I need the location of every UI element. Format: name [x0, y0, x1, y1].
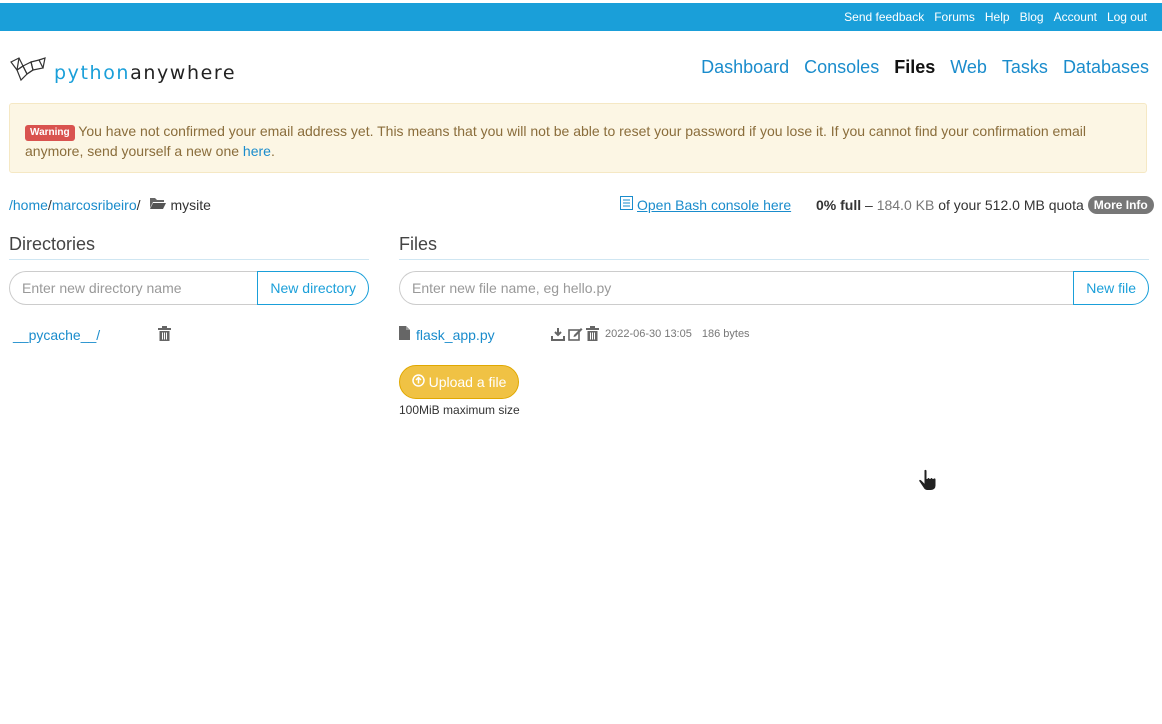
new-file-input[interactable]	[399, 271, 1074, 305]
quota-used: 184.0 KB	[876, 197, 935, 213]
pythonanywhere-logo[interactable]: pythonanywhere	[9, 56, 236, 89]
new-directory-input[interactable]	[9, 271, 258, 305]
send-feedback-link[interactable]: Send feedback	[844, 10, 924, 24]
upload-max-size: 100MiB maximum size	[399, 403, 520, 417]
file-item: flask_app.py	[399, 326, 495, 343]
hand-cursor-icon	[917, 468, 939, 497]
upload-file-label: Upload a file	[428, 374, 507, 390]
blog-link[interactable]: Blog	[1020, 10, 1044, 24]
warning-end: .	[270, 143, 275, 159]
nav-tasks[interactable]: Tasks	[1002, 57, 1048, 78]
quota-dash: –	[865, 197, 873, 213]
open-bash-console-label: Open Bash console here	[637, 196, 792, 213]
file-actions	[551, 326, 599, 346]
logo-text: pythonanywhere	[54, 62, 236, 84]
upload-file-button[interactable]: Upload a file	[399, 365, 519, 399]
file-icon	[399, 326, 410, 343]
file-modified: 2022-06-30 13:05	[605, 328, 692, 340]
breadcrumb-home[interactable]: home	[13, 197, 48, 213]
breadcrumb: / home / marcosribeiro / mysite	[9, 196, 211, 213]
breadcrumb-sep: /	[136, 196, 141, 213]
new-directory-group: New directory	[9, 271, 369, 305]
directory-link[interactable]: __pycache__/	[13, 327, 100, 343]
directories-title: Directories	[9, 234, 369, 260]
more-info-badge[interactable]: More Info	[1087, 196, 1154, 214]
upload-circle-arrow-icon	[411, 374, 425, 390]
warning-badge: Warning	[25, 125, 75, 141]
file-link[interactable]: flask_app.py	[416, 327, 495, 343]
quota-info: 0% full – 184.0 KB of your 512.0 MB quot…	[816, 196, 1154, 214]
nav-web[interactable]: Web	[950, 57, 987, 78]
files-title: Files	[399, 234, 1149, 260]
help-link[interactable]: Help	[985, 10, 1010, 24]
edit-icon[interactable]	[568, 327, 583, 346]
logo-text-python: python	[54, 61, 131, 84]
warning-message: You have not confirmed your email addres…	[25, 123, 1087, 159]
nav-dashboard[interactable]: Dashboard	[701, 57, 789, 78]
file-meta: 2022-06-30 13:05 186 bytes	[605, 328, 750, 340]
email-warning-alert: Warning You have not confirmed your emai…	[9, 103, 1147, 173]
download-icon[interactable]	[551, 327, 565, 346]
breadcrumb-user[interactable]: marcosribeiro	[52, 197, 137, 213]
logout-link[interactable]: Log out	[1107, 10, 1147, 24]
nav-files[interactable]: Files	[894, 57, 935, 78]
resend-confirmation-link[interactable]: here	[243, 143, 271, 159]
folder-open-icon	[149, 196, 167, 213]
logo-text-anywhere: anywhere	[130, 61, 237, 84]
console-icon	[620, 196, 633, 213]
open-bash-console-link[interactable]: Open Bash console here	[620, 196, 791, 213]
directory-item: __pycache__/	[13, 327, 100, 343]
new-file-group: New file	[399, 271, 1149, 305]
quota-of-text: of your 512.0 MB quota	[938, 197, 1084, 213]
file-size: 186 bytes	[701, 328, 750, 340]
new-file-button[interactable]: New file	[1073, 271, 1149, 305]
top-bar: Send feedback Forums Help Blog Account L…	[0, 3, 1162, 31]
account-link[interactable]: Account	[1054, 10, 1097, 24]
new-directory-button[interactable]: New directory	[257, 271, 369, 305]
delete-file-trash-icon[interactable]	[586, 326, 599, 346]
delete-directory-trash-icon[interactable]	[158, 326, 171, 346]
breadcrumb-current: mysite	[170, 196, 211, 213]
quota-percent: 0% full	[816, 197, 862, 213]
main-nav: Dashboard Consoles Files Web Tasks Datab…	[701, 57, 1149, 78]
nav-databases[interactable]: Databases	[1063, 57, 1149, 78]
logo-snake-icon	[9, 56, 47, 89]
nav-consoles[interactable]: Consoles	[804, 57, 879, 78]
forums-link[interactable]: Forums	[934, 10, 975, 24]
top-links: Send feedback Forums Help Blog Account L…	[844, 10, 1147, 24]
